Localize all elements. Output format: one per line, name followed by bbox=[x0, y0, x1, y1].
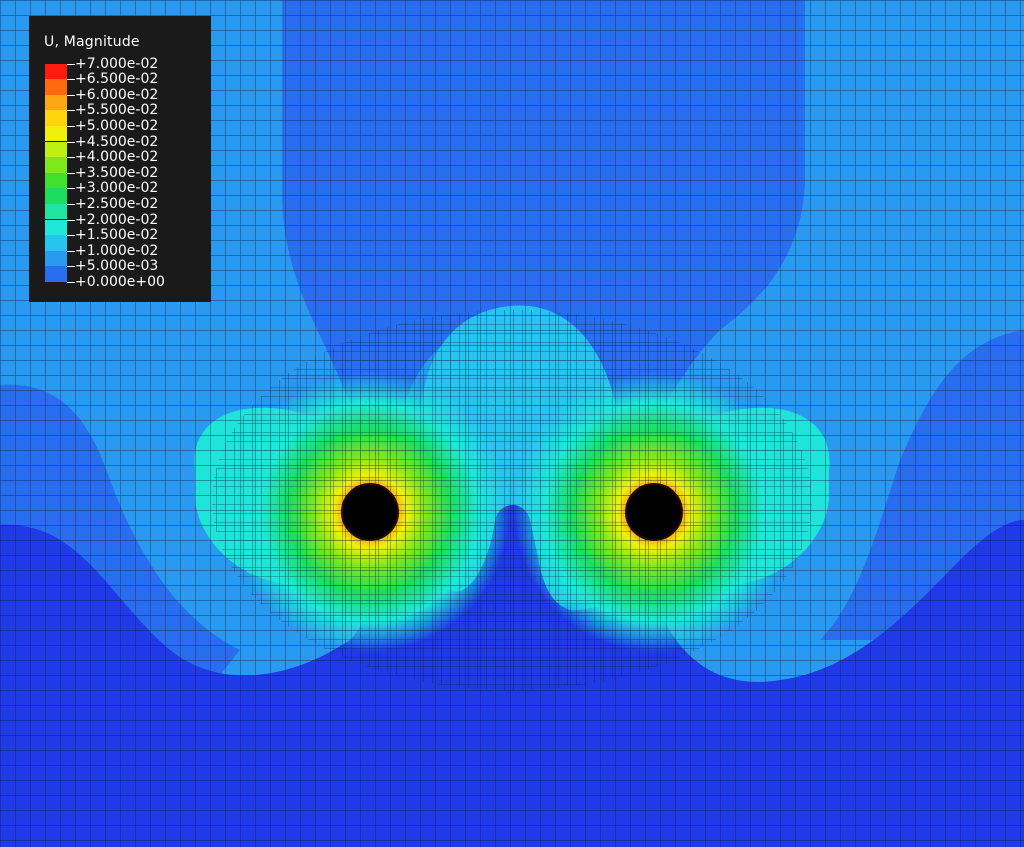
legend-tick bbox=[67, 219, 75, 221]
mesh-overlay-fine bbox=[212, 310, 812, 690]
legend-label: +5.000e-02 bbox=[75, 117, 159, 134]
legend-label: +5.000e-03 bbox=[75, 258, 159, 275]
legend-tick bbox=[67, 203, 75, 205]
legend-label: +4.000e-02 bbox=[75, 149, 159, 166]
legend-swatch bbox=[45, 141, 67, 158]
legend-swatch bbox=[45, 172, 67, 189]
legend-swatch bbox=[45, 110, 67, 126]
legend-swatch bbox=[45, 203, 67, 220]
legend-label: +6.500e-02 bbox=[75, 71, 159, 88]
legend-label: +5.500e-02 bbox=[75, 102, 159, 119]
legend-label: +4.500e-02 bbox=[75, 133, 159, 150]
legend-label: +7.000e-02 bbox=[75, 55, 159, 72]
right-hole bbox=[625, 483, 683, 541]
legend-swatch bbox=[45, 235, 67, 251]
legend-tick bbox=[67, 250, 75, 252]
legend-label: +3.000e-02 bbox=[75, 180, 159, 197]
legend-tick bbox=[67, 63, 75, 65]
legend-label: +1.500e-02 bbox=[75, 227, 159, 244]
legend-label: +0.000e+00 bbox=[75, 273, 165, 290]
legend-tick bbox=[67, 79, 75, 81]
legend-tick bbox=[67, 94, 75, 96]
legend-swatch bbox=[45, 266, 67, 282]
legend-panel: U, Magnitude +7.000e-02 +6.500e-02 +6.000e… bbox=[29, 16, 211, 302]
legend-swatch bbox=[45, 250, 67, 267]
legend-label: +2.000e-02 bbox=[75, 211, 159, 228]
legend-tick bbox=[67, 281, 75, 283]
legend-tick bbox=[67, 125, 75, 127]
legend-swatch bbox=[45, 219, 67, 236]
legend-swatch bbox=[45, 125, 67, 142]
legend-tick bbox=[67, 141, 75, 143]
legend-tick bbox=[67, 157, 75, 159]
legend-swatch bbox=[45, 63, 67, 80]
legend-label: +2.500e-02 bbox=[75, 195, 159, 212]
legend-label: +6.000e-02 bbox=[75, 86, 159, 103]
legend-label: +3.500e-02 bbox=[75, 164, 159, 181]
legend-tick bbox=[67, 235, 75, 237]
legend-swatch bbox=[45, 79, 67, 95]
legend-swatch bbox=[45, 94, 67, 111]
legend-title: U, Magnitude bbox=[44, 34, 140, 50]
legend-tick bbox=[67, 110, 75, 112]
legend-swatch bbox=[45, 188, 67, 204]
legend-swatch bbox=[45, 157, 67, 173]
legend-tick bbox=[67, 266, 75, 268]
left-hole bbox=[341, 483, 399, 541]
viewport[interactable]: U, Magnitude +7.000e-02 +6.500e-02 +6.000e… bbox=[0, 0, 1024, 847]
legend-entry: +0.000e+00 bbox=[29, 274, 211, 298]
legend-tick bbox=[67, 188, 75, 190]
legend-tick bbox=[67, 172, 75, 174]
legend-label: +1.000e-02 bbox=[75, 242, 159, 259]
